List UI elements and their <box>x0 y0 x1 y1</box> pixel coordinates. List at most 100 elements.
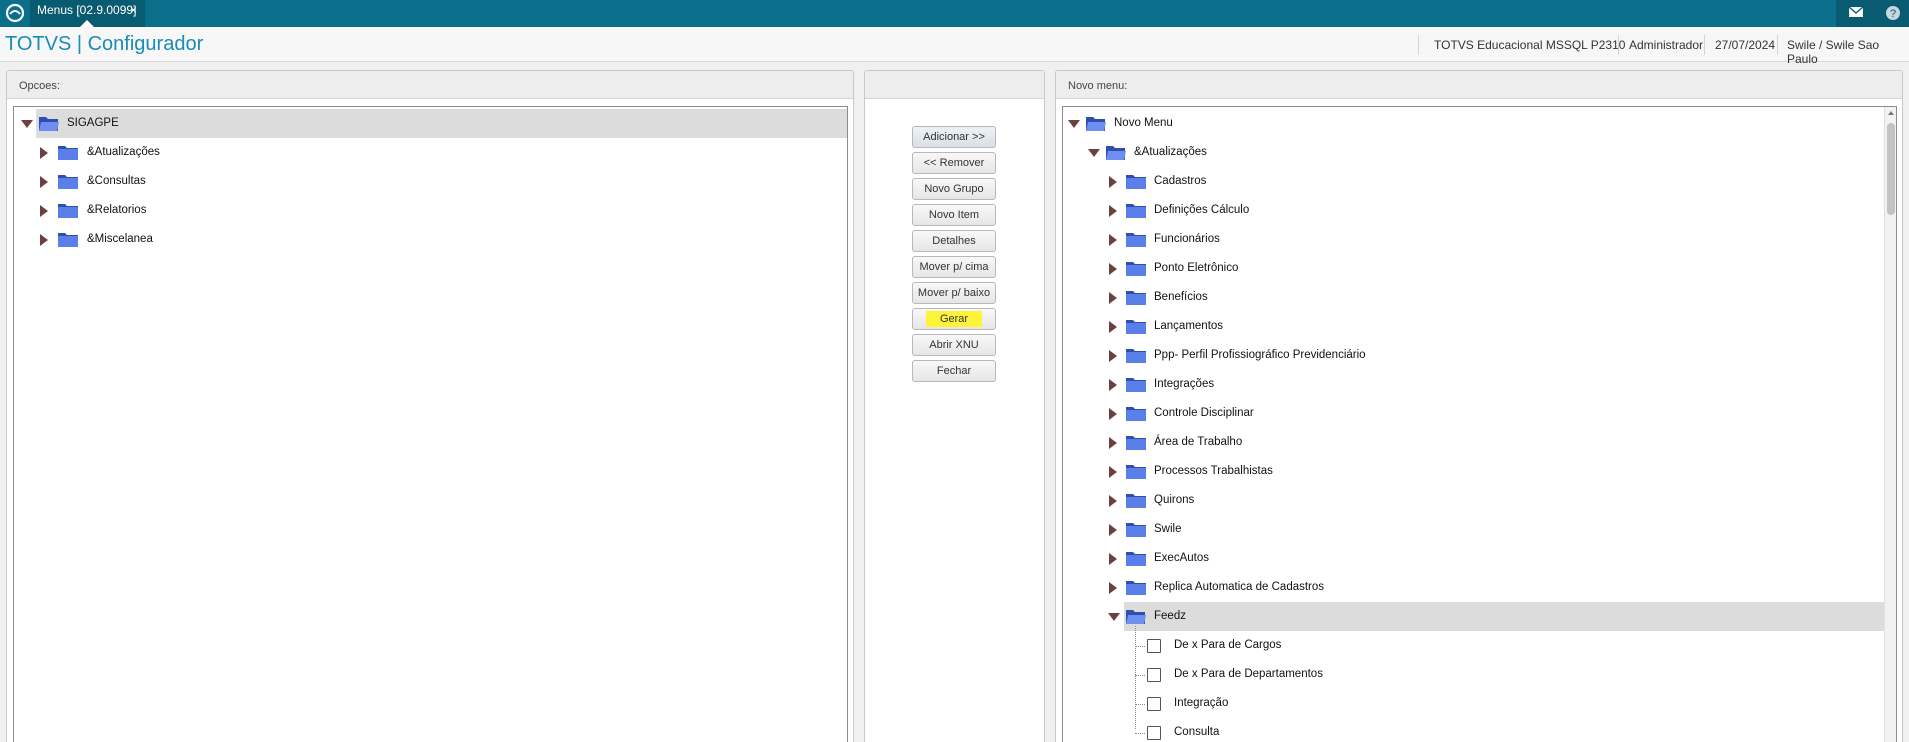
expand-arrow-icon[interactable] <box>1109 205 1117 217</box>
menu-leaf-label[interactable]: De x Para de Departamentos <box>1174 668 1323 680</box>
svg-text:?: ? <box>1890 8 1896 20</box>
tab-close-icon[interactable]: × <box>130 3 137 17</box>
tree-item-feedz-selected[interactable] <box>1124 602 1884 631</box>
expand-arrow-icon[interactable] <box>40 176 48 188</box>
expand-arrow-icon[interactable] <box>1109 350 1117 362</box>
user-label: Administrador <box>1629 38 1704 52</box>
folder-icon <box>1126 349 1146 363</box>
menu-item-label[interactable]: Funcionários <box>1154 233 1220 245</box>
totvs-logo-icon[interactable] <box>4 2 26 24</box>
options-tree[interactable]: SIGAGPE &Atualizações &Consultas &Relatori… <box>13 106 848 742</box>
menu-item-label[interactable]: Swile <box>1154 523 1181 535</box>
divider <box>1704 35 1705 55</box>
tree-root-label[interactable]: Novo Menu <box>1114 117 1173 129</box>
tree-connector-line <box>1135 646 1145 647</box>
menu-item-label[interactable]: Integrações <box>1154 378 1214 390</box>
tree-group-label[interactable]: &Atualizações <box>1134 146 1207 158</box>
top-bar: Menus [02.9.0099] × ? <box>0 0 1909 27</box>
expand-arrow-icon[interactable] <box>1109 263 1117 275</box>
novo-grupo-button[interactable]: Novo Grupo <box>912 178 996 200</box>
menu-leaf-icon <box>1147 726 1161 740</box>
menu-item-label[interactable]: Lançamentos <box>1154 320 1223 332</box>
expand-arrow-icon[interactable] <box>40 147 48 159</box>
folder-icon <box>1126 175 1146 189</box>
menu-item-label[interactable]: Replica Automatica de Cadastros <box>1154 581 1324 593</box>
active-tab-caret <box>80 20 94 27</box>
expand-arrow-icon[interactable] <box>1109 524 1117 536</box>
menu-leaf-icon <box>1147 668 1161 682</box>
gerar-button[interactable]: Gerar <box>912 308 996 330</box>
menu-item-label[interactable]: Processos Trabalhistas <box>1154 465 1273 477</box>
menu-item-label[interactable]: Benefícios <box>1154 291 1208 303</box>
mover-p-baixo-button[interactable]: Mover p/ baixo <box>912 282 996 304</box>
tree-connector-line <box>1135 733 1145 734</box>
expand-arrow-icon[interactable] <box>40 234 48 246</box>
menu-leaf-label[interactable]: Integração <box>1174 697 1228 709</box>
vertical-scrollbar[interactable] <box>1884 107 1896 742</box>
collapse-arrow-icon[interactable] <box>1088 149 1100 157</box>
help-icon: ? <box>1886 6 1900 20</box>
folder-icon <box>1126 552 1146 566</box>
menu-leaf-label[interactable]: Consulta <box>1174 726 1219 738</box>
open-folder-icon <box>1106 146 1126 160</box>
expand-arrow-icon[interactable] <box>1109 234 1117 246</box>
mail-icon <box>1848 6 1864 17</box>
folder-icon <box>58 233 78 247</box>
divider <box>1777 35 1778 55</box>
mail-button[interactable] <box>1836 0 1876 27</box>
tab-menus[interactable]: Menus [02.9.0099] × <box>30 0 145 27</box>
menu-item-label[interactable]: Área de Trabalho <box>1154 436 1242 448</box>
expand-arrow-icon[interactable] <box>1109 176 1117 188</box>
page-title: TOTVS | Configurador <box>5 33 204 55</box>
expand-arrow-icon[interactable] <box>1109 379 1117 391</box>
adicionar-button[interactable]: Adicionar >> <box>912 126 996 148</box>
folder-icon <box>1126 436 1146 450</box>
button-label: << Remover <box>923 157 985 169</box>
menu-item-label[interactable]: Feedz <box>1154 610 1186 622</box>
remover-button[interactable]: << Remover <box>912 152 996 174</box>
tree-root-sigagpe[interactable] <box>36 109 847 138</box>
divider <box>1418 35 1419 55</box>
menu-item-label[interactable]: ExecAutos <box>1154 552 1209 564</box>
mover-p-cima-button[interactable]: Mover p/ cima <box>912 256 996 278</box>
folder-icon <box>1126 262 1146 276</box>
collapse-arrow-icon[interactable] <box>1068 120 1080 128</box>
menu-item-label[interactable]: Ponto Eletrônico <box>1154 262 1238 274</box>
tree-item-label[interactable]: &Consultas <box>87 175 146 187</box>
collapse-arrow-icon[interactable] <box>21 120 33 128</box>
menu-item-label[interactable]: Ppp- Perfil Profissiográfico Previdenciá… <box>1154 349 1366 361</box>
expand-arrow-icon[interactable] <box>40 205 48 217</box>
scroll-up-icon[interactable] <box>1888 111 1894 115</box>
detalhes-button[interactable]: Detalhes <box>912 230 996 252</box>
tree-item-label[interactable]: &Relatorios <box>87 204 146 216</box>
menu-leaf-icon <box>1147 639 1161 653</box>
collapse-arrow-icon[interactable] <box>1108 613 1120 621</box>
new-menu-panel-title: Novo menu: <box>1056 71 1902 99</box>
open-folder-icon <box>1126 610 1146 624</box>
menu-leaf-icon <box>1147 697 1161 711</box>
button-label: Abrir XNU <box>929 339 979 351</box>
fechar-button[interactable]: Fechar <box>912 360 996 382</box>
abrir-xnu-button[interactable]: Abrir XNU <box>912 334 996 356</box>
tree-item-label[interactable]: &Atualizações <box>87 146 160 158</box>
expand-arrow-icon[interactable] <box>1109 321 1117 333</box>
folder-icon <box>1126 407 1146 421</box>
novo-item-button[interactable]: Novo Item <box>912 204 996 226</box>
expand-arrow-icon[interactable] <box>1109 466 1117 478</box>
expand-arrow-icon[interactable] <box>1109 582 1117 594</box>
new-menu-tree[interactable]: Novo Menu &Atualizações Cadastros Definiçõe… <box>1062 106 1897 742</box>
menu-item-label[interactable]: Cadastros <box>1154 175 1206 187</box>
help-button[interactable]: ? <box>1876 0 1909 27</box>
folder-icon <box>1126 581 1146 595</box>
expand-arrow-icon[interactable] <box>1109 495 1117 507</box>
menu-item-label[interactable]: Quirons <box>1154 494 1194 506</box>
tree-item-label[interactable]: &Miscelanea <box>87 233 153 245</box>
expand-arrow-icon[interactable] <box>1109 437 1117 449</box>
menu-leaf-label[interactable]: De x Para de Cargos <box>1174 639 1281 651</box>
expand-arrow-icon[interactable] <box>1109 292 1117 304</box>
menu-item-label[interactable]: Definições Cálculo <box>1154 204 1249 216</box>
scrollbar-thumb[interactable] <box>1887 123 1895 215</box>
menu-item-label[interactable]: Controle Disciplinar <box>1154 407 1254 419</box>
expand-arrow-icon[interactable] <box>1109 408 1117 420</box>
expand-arrow-icon[interactable] <box>1109 553 1117 565</box>
